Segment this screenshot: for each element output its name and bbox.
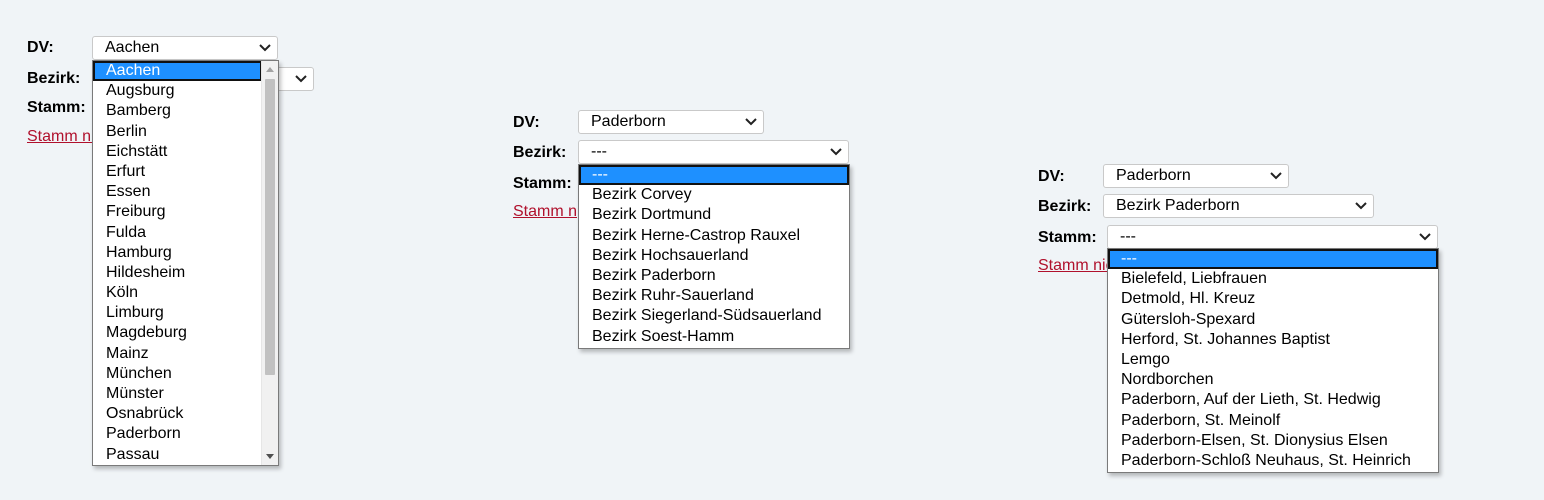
dropdown-option[interactable]: Bezirk Corvey bbox=[579, 185, 849, 205]
dropdown-option[interactable]: München bbox=[93, 364, 262, 384]
dropdown-option[interactable]: Bezirk Dortmund bbox=[579, 205, 849, 225]
bezirk-select[interactable]: Bezirk Paderborn bbox=[1103, 194, 1374, 218]
dv-select-value: Aachen bbox=[105, 39, 160, 56]
dropdown-option[interactable]: Paderborn, St. Meinolf bbox=[1108, 411, 1438, 431]
dropdown-option[interactable]: --- bbox=[1108, 249, 1438, 270]
dropdown-option[interactable]: Magdeburg bbox=[93, 323, 262, 343]
stamm-select-value: --- bbox=[1120, 228, 1136, 245]
bezirk-label: Bezirk: bbox=[513, 144, 567, 161]
dropdown-option[interactable]: Paderborn bbox=[93, 424, 262, 444]
dropdown-option[interactable]: Bezirk Soest-Hamm bbox=[579, 327, 849, 347]
dropdown-option[interactable]: Münster bbox=[93, 384, 262, 404]
chevron-down-icon bbox=[259, 44, 271, 52]
bezirk-label: Bezirk: bbox=[1038, 198, 1092, 215]
stamm-label: Stamm: bbox=[1038, 229, 1097, 246]
scrollbar-thumb[interactable] bbox=[265, 79, 275, 375]
chevron-down-icon bbox=[1355, 202, 1367, 210]
scroll-down-arrow-icon[interactable] bbox=[266, 454, 274, 459]
chevron-down-icon bbox=[830, 148, 842, 156]
dv-select-value: Paderborn bbox=[591, 113, 666, 130]
dropdown-option[interactable]: Paderborn, Auf der Lieth, St. Hedwig bbox=[1108, 390, 1438, 410]
scroll-up-arrow-icon[interactable] bbox=[266, 67, 274, 72]
chevron-down-icon bbox=[1419, 233, 1431, 241]
dropdown-option[interactable]: Aachen bbox=[93, 61, 262, 82]
dropdown-option[interactable]: Detmold, Hl. Kreuz bbox=[1108, 289, 1438, 309]
bezirk-select-value: Bezirk Paderborn bbox=[1116, 197, 1240, 214]
dv-label: DV: bbox=[27, 39, 54, 56]
chevron-down-icon bbox=[745, 118, 757, 126]
stamm-dropdown-list[interactable]: --- Bielefeld, Liebfrauen Detmold, Hl. Kre… bbox=[1107, 248, 1439, 473]
bezirk-label: Bezirk: bbox=[27, 70, 81, 87]
dropdown-option[interactable]: Bezirk Ruhr-Sauerland bbox=[579, 286, 849, 306]
dropdown-option[interactable]: Lemgo bbox=[1108, 350, 1438, 370]
dv-select[interactable]: Paderborn bbox=[1103, 164, 1289, 188]
dropdown-option[interactable]: Osnabrück bbox=[93, 404, 262, 424]
dropdown-option[interactable]: Hamburg bbox=[93, 243, 262, 263]
dropdown-option[interactable]: Paderborn-Schloß Neuhaus, St. Heinrich bbox=[1108, 451, 1438, 471]
dropdown-option[interactable]: Nordborchen bbox=[1108, 370, 1438, 390]
dropdown-option[interactable]: Gütersloh-Spexard bbox=[1108, 310, 1438, 330]
dv-select[interactable]: Paderborn bbox=[578, 110, 764, 134]
stamm-not-found-link[interactable]: Stamm nicht gefunden? bbox=[1038, 256, 1108, 276]
stamm-label: Stamm: bbox=[513, 175, 572, 192]
stamm-not-found-link[interactable]: Stamm nicht gefunden? bbox=[513, 202, 577, 222]
stamm-not-found-link[interactable]: Stamm nicht gefunden? bbox=[27, 127, 97, 147]
dv-select[interactable]: Aachen bbox=[92, 36, 278, 60]
dropdown-option[interactable]: Bielefeld, Liebfrauen bbox=[1108, 269, 1438, 289]
dropdown-option[interactable]: Bezirk Herne-Castrop Rauxel bbox=[579, 226, 849, 246]
bezirk-select-value: --- bbox=[591, 143, 607, 160]
dv-select-value: Paderborn bbox=[1116, 167, 1191, 184]
dropdown-option[interactable]: Berlin bbox=[93, 122, 262, 142]
bezirk-dropdown-list[interactable]: --- Bezirk Corvey Bezirk Dortmund Bezirk He… bbox=[578, 164, 850, 349]
dropdown-option[interactable]: --- bbox=[579, 165, 849, 186]
stamm-select[interactable]: --- bbox=[1107, 225, 1438, 249]
dropdown-option[interactable]: Hildesheim bbox=[93, 263, 262, 283]
dropdown-option[interactable]: Limburg bbox=[93, 303, 262, 323]
dropdown-option[interactable]: Essen bbox=[93, 182, 262, 202]
dropdown-option[interactable]: Bezirk Paderborn bbox=[579, 266, 849, 286]
dropdown-option[interactable]: Bamberg bbox=[93, 101, 262, 121]
dropdown-option[interactable]: Mainz bbox=[93, 344, 262, 364]
dropdown-option[interactable]: Eichstätt bbox=[93, 142, 262, 162]
dropdown-option[interactable]: Passau bbox=[93, 445, 262, 465]
bezirk-select[interactable]: --- bbox=[578, 140, 849, 164]
dropdown-option[interactable]: Paderborn-Elsen, St. Dionysius Elsen bbox=[1108, 431, 1438, 451]
dropdown-option[interactable]: Erfurt bbox=[93, 162, 262, 182]
dropdown-option[interactable]: Fulda bbox=[93, 223, 262, 243]
dropdown-option[interactable]: Augsburg bbox=[93, 81, 262, 101]
chevron-down-icon bbox=[1270, 172, 1282, 180]
dropdown-option[interactable]: Köln bbox=[93, 283, 262, 303]
dv-label: DV: bbox=[513, 114, 540, 131]
dv-label: DV: bbox=[1038, 168, 1065, 185]
dropdown-option[interactable]: Bezirk Hochsauerland bbox=[579, 246, 849, 266]
chevron-down-icon bbox=[295, 75, 307, 83]
dropdown-option[interactable]: Bezirk Siegerland-Südsauerland bbox=[579, 306, 849, 326]
dropdown-option[interactable]: Freiburg bbox=[93, 202, 262, 222]
dv-dropdown-list[interactable]: Aachen Augsburg Bamberg Berlin Eichstätt Erfu… bbox=[92, 60, 279, 466]
stamm-label: Stamm: bbox=[27, 99, 86, 116]
dropdown-option[interactable]: Herford, St. Johannes Baptist bbox=[1108, 330, 1438, 350]
scrollbar[interactable] bbox=[261, 61, 278, 465]
